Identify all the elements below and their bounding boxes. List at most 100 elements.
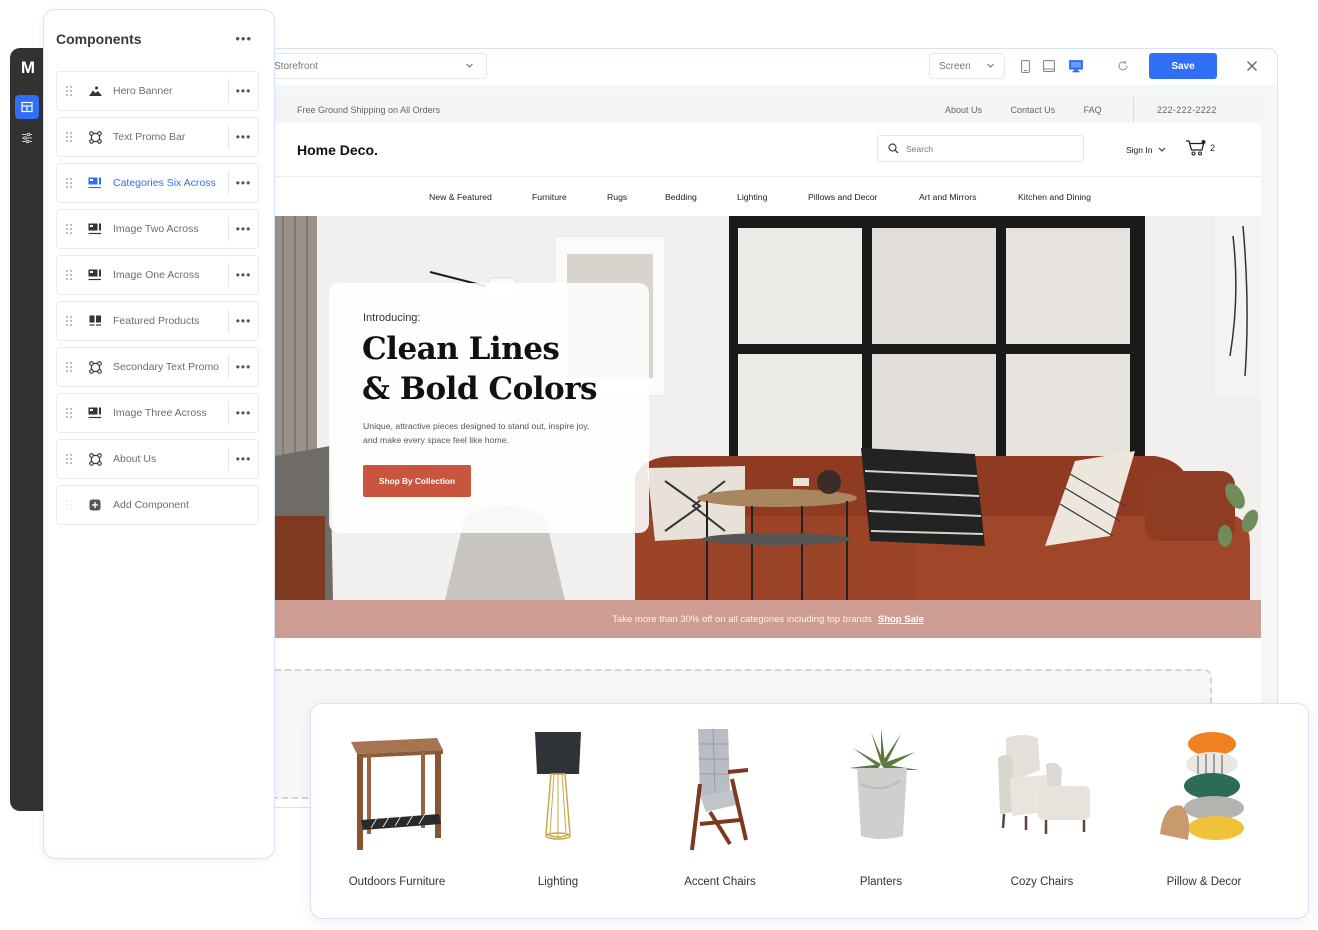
cart-button[interactable]: 2	[1185, 139, 1215, 157]
close-button[interactable]	[1246, 59, 1258, 77]
component-label: Categories Six Across	[113, 177, 216, 189]
category-planters[interactable]: Planters	[806, 724, 956, 904]
drag-handle-icon[interactable]	[65, 131, 73, 143]
more-options-icon[interactable]: •••	[229, 407, 258, 419]
view-select-value: Screen	[939, 60, 971, 72]
nav-item-new-featured[interactable]: New & Featured	[429, 192, 492, 202]
component-item-image-three-across[interactable]: Image Three Across •••	[56, 393, 259, 433]
drag-handle-icon[interactable]	[65, 361, 73, 373]
editor-canvas: Storefront Screen Save Free Ground Shipp…	[254, 48, 1278, 808]
sign-in-menu[interactable]: Sign In	[1126, 145, 1166, 155]
mobile-view-button[interactable]	[1017, 58, 1033, 74]
utility-links: About Us Contact Us FAQ	[945, 105, 1128, 115]
more-options-icon[interactable]: •••	[229, 361, 258, 373]
drag-handle-icon[interactable]	[65, 177, 73, 189]
component-item-hero-banner[interactable]: Hero Banner •••	[56, 71, 259, 111]
desktop-view-button[interactable]	[1068, 58, 1084, 74]
category-pillow-decor[interactable]: Pillow & Decor	[1129, 724, 1279, 904]
save-button[interactable]: Save	[1149, 53, 1217, 79]
more-options-icon[interactable]: •••	[229, 315, 258, 327]
shop-by-collection-button[interactable]: Shop By Collection	[363, 465, 471, 497]
refresh-button[interactable]	[1117, 59, 1129, 77]
category-outdoors-furniture[interactable]: Outdoors Furniture	[322, 724, 472, 904]
promo-text: Take more than 30% off on all categories…	[612, 613, 872, 625]
drag-handle-icon[interactable]	[65, 85, 73, 97]
category-cozy-chairs[interactable]: Cozy Chairs	[967, 724, 1117, 904]
shop-sale-link[interactable]: Shop Sale	[878, 614, 924, 625]
side-table-image	[351, 738, 443, 850]
category-label: Outdoors Furniture	[348, 876, 446, 888]
about-us-link[interactable]: About Us	[945, 105, 982, 115]
drag-handle-icon[interactable]	[65, 223, 73, 235]
nav-item-art-mirrors[interactable]: Art and Mirrors	[919, 192, 976, 202]
contact-us-link[interactable]: Contact Us	[1011, 105, 1056, 115]
component-item-image-one-across[interactable]: Image One Across •••	[56, 255, 259, 295]
component-label: Text Promo Bar	[113, 131, 186, 143]
category-label: Pillow & Decor	[1166, 876, 1242, 888]
refresh-icon	[1118, 60, 1128, 71]
cart-count: 2	[1210, 143, 1216, 153]
editor-toolbar: Storefront Screen Save	[255, 49, 1277, 85]
store-header: Home Deco. Sign In 2	[275, 123, 1261, 177]
nav-item-pillows-decor[interactable]: Pillows and Decor	[808, 192, 878, 202]
component-label: Image Three Across	[113, 407, 207, 419]
add-component-button[interactable]: Add Component	[56, 485, 259, 525]
nav-item-lighting[interactable]: Lighting	[737, 192, 767, 202]
mobile-icon	[1020, 59, 1030, 73]
hero-banner: Introducing: Clean Lines & Bold Colors U…	[275, 216, 1261, 600]
component-label: Secondary Text Promo	[113, 361, 220, 373]
component-label: Image Two Across	[113, 223, 199, 235]
store-search[interactable]	[877, 135, 1084, 162]
store-logo[interactable]: Home Deco.	[297, 142, 378, 158]
component-item-secondary-text-promo[interactable]: Secondary Text Promo •••	[56, 347, 259, 387]
category-lighting[interactable]: Lighting	[483, 724, 633, 904]
component-item-image-two-across[interactable]: Image Two Across •••	[56, 209, 259, 249]
page-select-value: Storefront	[274, 60, 318, 72]
component-label: Hero Banner	[113, 85, 173, 97]
more-options-icon[interactable]: •••	[229, 131, 258, 143]
hero-card: Introducing: Clean Lines & Bold Colors U…	[329, 283, 649, 533]
search-icon	[888, 143, 899, 154]
nav-item-rugs[interactable]: Rugs	[607, 192, 627, 202]
image-across-icon	[87, 405, 103, 421]
component-list: Hero Banner ••• Text Promo Bar ••• Categ…	[56, 71, 259, 531]
plus-square-icon	[87, 497, 103, 513]
nav-item-furniture[interactable]: Furniture	[532, 192, 567, 202]
mountain-icon	[87, 83, 103, 99]
drag-handle-icon[interactable]	[65, 453, 73, 465]
more-options-icon[interactable]: •••	[229, 269, 258, 281]
armchair-ottoman-image	[998, 735, 1090, 834]
drag-handle-icon[interactable]	[65, 407, 73, 419]
categories-six-across-preview: Outdoors Furniture Lighting Accent Chair…	[310, 703, 1309, 919]
component-item-categories-six-across[interactable]: Categories Six Across •••	[56, 163, 259, 203]
promo-icon	[87, 129, 103, 145]
drag-handle-icon[interactable]	[65, 269, 73, 281]
hero-intro: Introducing:	[363, 312, 421, 324]
nav-item-kitchen-dining[interactable]: Kitchen and Dining	[1018, 192, 1091, 202]
floor-lamp-image	[535, 732, 581, 840]
storefront-preview: Free Ground Shipping on All Orders About…	[275, 97, 1261, 807]
view-select[interactable]: Screen	[929, 53, 1005, 79]
nav-item-bedding[interactable]: Bedding	[665, 192, 697, 202]
promo-bar: Take more than 30% off on all categories…	[275, 600, 1261, 638]
category-accent-chairs[interactable]: Accent Chairs	[645, 724, 795, 904]
search-input[interactable]	[906, 143, 1076, 154]
tablet-view-button[interactable]	[1041, 58, 1057, 74]
layout-nav-button[interactable]	[15, 95, 39, 119]
more-options-icon[interactable]: •••	[229, 85, 258, 97]
folding-chair-image	[690, 728, 749, 851]
page-select[interactable]: Storefront	[265, 53, 487, 79]
panel-more-button[interactable]: •••	[235, 32, 252, 45]
drag-handle-icon[interactable]	[65, 315, 73, 327]
component-item-about-us[interactable]: About Us •••	[56, 439, 259, 479]
faq-link[interactable]: FAQ	[1084, 105, 1102, 115]
more-options-icon[interactable]: •••	[229, 177, 258, 189]
more-options-icon[interactable]: •••	[229, 453, 258, 465]
settings-nav-button[interactable]	[15, 126, 39, 150]
layout-icon	[21, 101, 33, 113]
component-item-featured-products[interactable]: Featured Products •••	[56, 301, 259, 341]
category-label: Cozy Chairs	[1010, 876, 1074, 888]
store-nav: New & Featured Furniture Rugs Bedding Li…	[275, 178, 1261, 216]
component-item-text-promo-bar[interactable]: Text Promo Bar •••	[56, 117, 259, 157]
more-options-icon[interactable]: •••	[229, 223, 258, 235]
